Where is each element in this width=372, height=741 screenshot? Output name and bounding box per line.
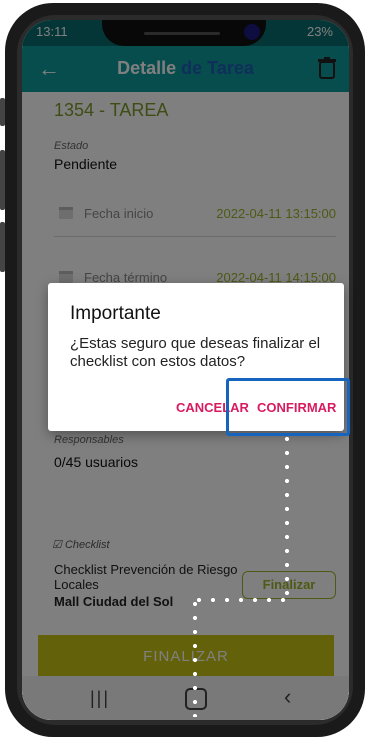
guide-dots-vertical (284, 432, 290, 602)
dialog-title: Importante (70, 303, 161, 324)
guide-dots-vertical-lower (192, 597, 198, 717)
confirm-highlight-box (226, 378, 350, 436)
dialog-message: ¿Estas seguro que deseas finalizar el ch… (70, 335, 321, 370)
guide-dots-horizontal (192, 597, 288, 603)
